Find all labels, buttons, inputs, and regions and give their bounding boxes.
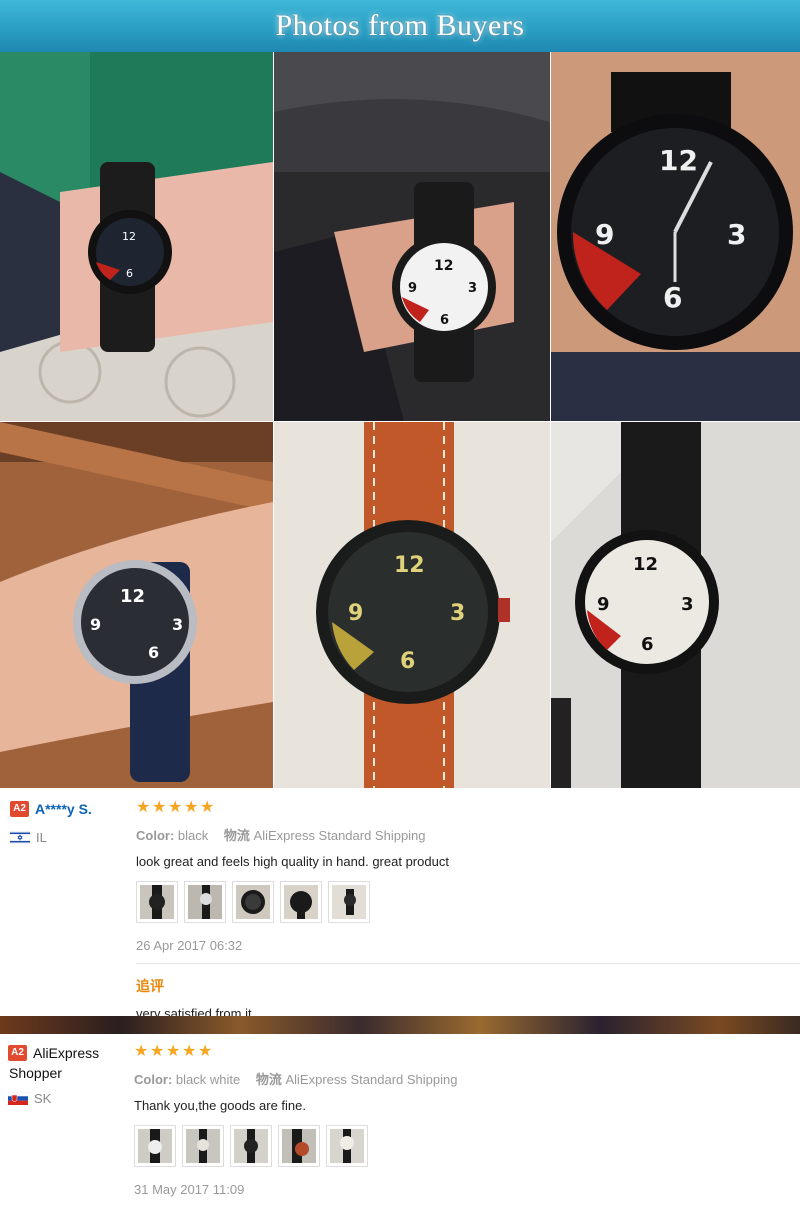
shipping-value: AliExpress Standard Shipping	[253, 828, 426, 843]
star-icon: ★	[182, 1043, 197, 1060]
color-label: Color:	[136, 828, 175, 843]
buyer-photo-2[interactable]: 12 6 3 9	[274, 52, 550, 421]
review-content: ★ ★ ★ ★ ★ Color: black white 物流 AliExpre…	[134, 1044, 774, 1197]
star-rating: ★ ★ ★ ★ ★	[134, 1044, 774, 1062]
svg-text:6: 6	[663, 281, 682, 314]
review-content: ★ ★ ★ ★ ★ Color: black 物流 AliExpress Sta…	[136, 800, 800, 1021]
svg-text:3: 3	[450, 601, 465, 626]
followup-label: 追评	[136, 978, 164, 994]
svg-text:6: 6	[148, 643, 159, 662]
svg-text:12: 12	[394, 553, 425, 578]
star-icon: ★	[150, 1043, 165, 1060]
review-text: look great and feels high quality in han…	[136, 854, 449, 869]
review-date: 26 Apr 2017 06:32	[136, 938, 243, 953]
buyer-photo-4[interactable]: 12 6 3 9	[0, 422, 273, 788]
svg-text:3: 3	[727, 218, 746, 251]
separator-strip	[0, 1016, 800, 1034]
svg-text:6: 6	[440, 313, 449, 328]
author-name-line2: Shopper	[9, 1065, 62, 1081]
svg-text:9: 9	[408, 281, 417, 296]
svg-text:12: 12	[434, 258, 453, 274]
review-date: 31 May 2017 11:09	[134, 1182, 245, 1197]
star-icon: ★	[134, 1043, 149, 1060]
review-thumbnail[interactable]	[326, 1125, 368, 1167]
review-thumbnail[interactable]	[230, 1125, 272, 1167]
review-text: Thank you,the goods are fine.	[134, 1098, 307, 1113]
order-info: Color: black 物流 AliExpress Standard Ship…	[136, 825, 776, 844]
svg-text:9: 9	[348, 601, 363, 626]
star-icon: ★	[198, 1043, 213, 1060]
review-thumbnail[interactable]	[278, 1125, 320, 1167]
review-thumbnails	[136, 881, 776, 923]
svg-text:9: 9	[597, 594, 610, 615]
slovakia-flag-icon	[8, 1092, 28, 1105]
svg-text:12: 12	[120, 586, 145, 607]
buyer-photo-grid: 12 6 12 6 3 9 12 6 3 9 12 6 3 9 12 6 3 9…	[0, 52, 800, 788]
country-code: SK	[34, 1091, 52, 1106]
review-1: A2 A****y S. IL ★ ★ ★ ★ ★ Color: black 物流…	[0, 800, 800, 1021]
svg-text:9: 9	[595, 218, 614, 251]
author-name: AliExpress	[33, 1044, 100, 1061]
country-code: IL	[36, 830, 47, 845]
review-2: A2 AliExpress Shopper SK ★ ★ ★ ★ ★ Color:…	[0, 1044, 800, 1207]
buyer-photo-3[interactable]: 12 6 3 9	[551, 52, 800, 421]
svg-text:3: 3	[172, 615, 183, 634]
level-badge: A2	[8, 1044, 27, 1061]
buyer-photo-6[interactable]: 12 6 3 9	[551, 422, 800, 788]
star-icon: ★	[200, 799, 215, 816]
star-icon: ★	[136, 799, 151, 816]
star-rating: ★ ★ ★ ★ ★	[136, 800, 776, 818]
review-thumbnail[interactable]	[182, 1125, 224, 1167]
review-thumbnail[interactable]	[136, 881, 178, 923]
country: IL	[10, 830, 125, 845]
svg-text:3: 3	[468, 281, 477, 296]
review-thumbnail[interactable]	[280, 881, 322, 923]
shipping-label: 物流	[255, 1072, 282, 1087]
divider	[136, 963, 800, 964]
banner-title: Photos from Buyers	[275, 9, 525, 42]
svg-text:6: 6	[641, 634, 654, 655]
review-thumbnails	[134, 1125, 774, 1167]
review-author: A2 A****y S. IL	[10, 800, 125, 845]
svg-text:6: 6	[400, 649, 415, 674]
color-value: black	[177, 828, 209, 843]
shipping-label: 物流	[223, 828, 250, 843]
review-author: A2 AliExpress Shopper SK	[8, 1044, 123, 1106]
svg-text:6: 6	[126, 267, 133, 280]
author-name[interactable]: A****y S.	[35, 801, 92, 817]
buyer-photo-1[interactable]: 12 6	[0, 52, 273, 421]
shipping-value: AliExpress Standard Shipping	[285, 1072, 458, 1087]
review-thumbnail[interactable]	[328, 881, 370, 923]
review-thumbnail[interactable]	[184, 881, 226, 923]
buyer-photo-5[interactable]: 12 6 3 9	[274, 422, 550, 788]
review-thumbnail[interactable]	[134, 1125, 176, 1167]
order-info: Color: black white 物流 AliExpress Standar…	[134, 1069, 774, 1088]
color-label: Color:	[134, 1072, 173, 1087]
svg-text:12: 12	[122, 230, 136, 243]
level-badge: A2	[10, 800, 29, 817]
israel-flag-icon	[10, 831, 30, 844]
star-icon: ★	[152, 799, 167, 816]
country: SK	[8, 1091, 123, 1106]
star-icon: ★	[166, 1043, 181, 1060]
review-thumbnail[interactable]	[232, 881, 274, 923]
photos-banner: Photos from Buyers	[0, 0, 800, 52]
svg-text:12: 12	[659, 144, 698, 177]
color-value: black white	[175, 1072, 241, 1087]
svg-text:9: 9	[90, 615, 101, 634]
star-icon: ★	[168, 799, 183, 816]
star-icon: ★	[184, 799, 199, 816]
svg-text:3: 3	[681, 594, 694, 615]
svg-text:12: 12	[633, 554, 658, 575]
